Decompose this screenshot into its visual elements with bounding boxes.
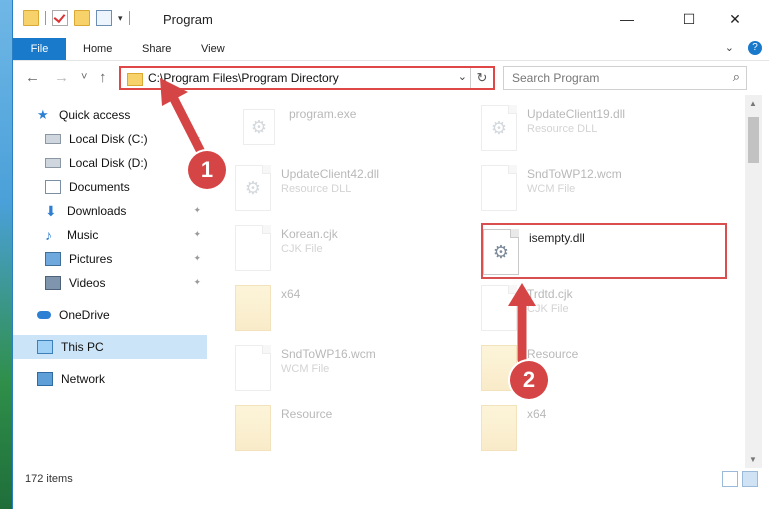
arrow-1	[160, 78, 205, 155]
annotation-arrows	[160, 78, 536, 365]
callout-badge-1: 1	[188, 151, 226, 189]
arrow-2	[508, 283, 536, 365]
callout-badge-2: 2	[510, 361, 548, 399]
